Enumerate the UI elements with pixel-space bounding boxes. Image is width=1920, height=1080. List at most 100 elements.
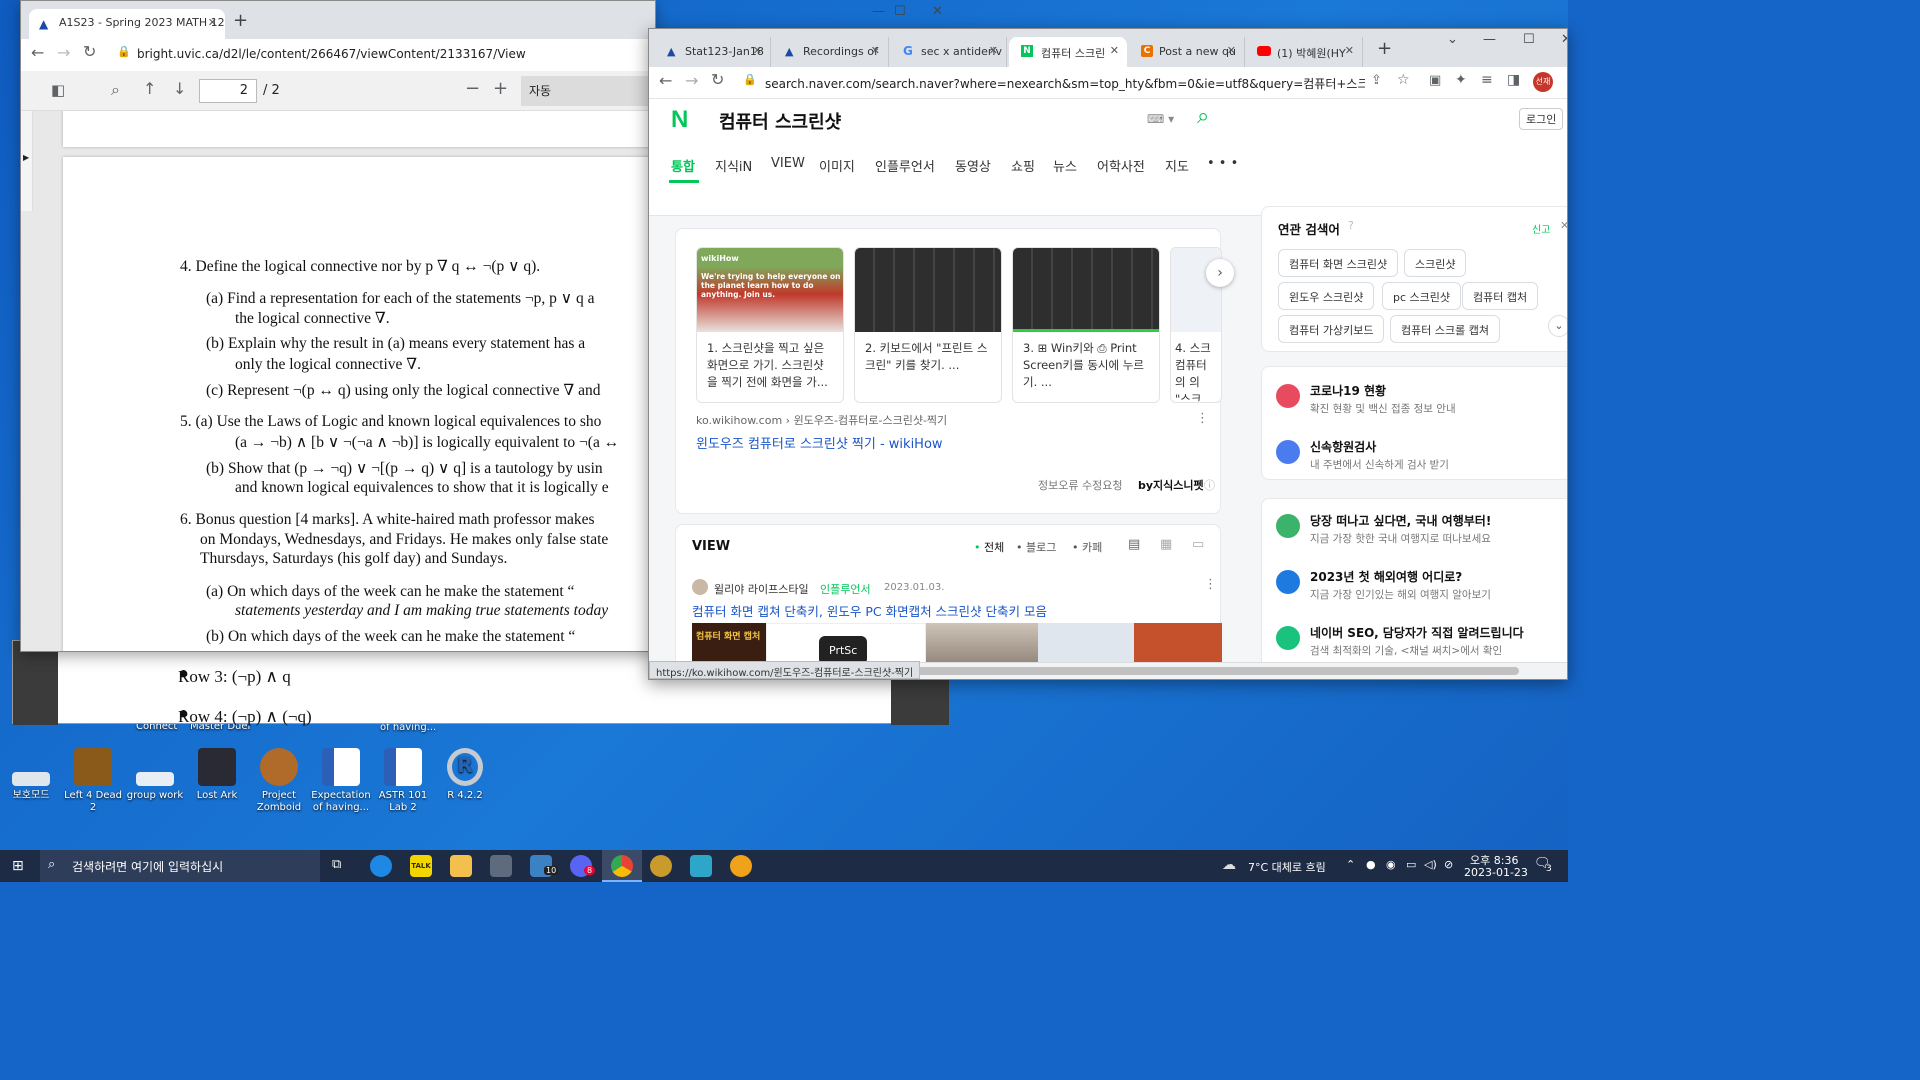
tray-overflow-icon[interactable]: ⌃: [1346, 858, 1355, 871]
close-icon[interactable]: ✕: [208, 16, 217, 29]
desktop-icon-astr-lab[interactable]: ASTR 101 Lab 2: [372, 748, 434, 814]
list-view-icon[interactable]: ▤: [1128, 537, 1140, 552]
nav-tab[interactable]: 이미지: [819, 156, 855, 175]
tab-stat123[interactable]: ▲ Stat123-Jan18 ✕: [653, 37, 771, 67]
task-view-icon[interactable]: ⧉: [332, 857, 341, 872]
minimize-button[interactable]: —: [872, 4, 885, 19]
related-search-chip[interactable]: 스크린샷: [1404, 249, 1467, 277]
bookmark-star-icon[interactable]: ☆: [1397, 72, 1410, 88]
back-button[interactable]: ←: [659, 71, 672, 90]
zoom-in-icon[interactable]: +: [493, 78, 508, 99]
desktop-icon-project-zomboid[interactable]: Project Zomboid: [248, 748, 310, 814]
taskbar-search-box[interactable]: ⌕ 검색하려면 여기에 입력하십시: [40, 850, 320, 882]
chevron-down-icon[interactable]: ⌄: [1548, 315, 1567, 337]
search-icon[interactable]: ⌕: [1197, 104, 1209, 129]
related-search-chip[interactable]: 윈도우 스크린샷: [1278, 282, 1375, 310]
close-icon[interactable]: ✕: [1345, 44, 1354, 57]
related-search-chip[interactable]: 컴퓨터 스크롤 캡쳐: [1390, 315, 1500, 343]
forward-button[interactable]: →: [57, 43, 70, 62]
weather-text[interactable]: 7°C 대체로 흐림: [1248, 859, 1326, 875]
maximize-button[interactable]: ☐: [894, 4, 906, 19]
keyboard-icon[interactable]: ⌨ ▾: [1147, 112, 1174, 126]
video-view-icon[interactable]: ▭: [1192, 537, 1204, 552]
next-page-icon[interactable]: ↓: [173, 79, 186, 98]
tab-a1s23[interactable]: ▲ A1S23 - Spring 2023 MATH 12 ✕: [29, 9, 225, 39]
reload-button[interactable]: ↻: [711, 70, 724, 89]
share-icon[interactable]: ⇪: [1371, 73, 1382, 88]
extension-icon[interactable]: ▣: [1429, 73, 1441, 88]
tray-icon[interactable]: ◉: [1386, 858, 1396, 871]
reload-button[interactable]: ↻: [83, 42, 96, 61]
tab-naver[interactable]: N 컴퓨터 스크린 ✕: [1009, 37, 1127, 67]
desktop-icon-group-work[interactable]: group work: [124, 772, 186, 802]
nav-tab[interactable]: • • •: [1207, 156, 1238, 171]
avatar[interactable]: 선재: [1533, 72, 1553, 92]
report-link[interactable]: 신고: [1532, 221, 1550, 236]
close-button[interactable]: ✕: [932, 4, 943, 19]
taskbar-search-input[interactable]: 검색하려면 여기에 입력하십시: [72, 858, 223, 875]
zoom-out-icon[interactable]: −: [465, 78, 480, 99]
chrome-taskbar-button[interactable]: [602, 850, 642, 882]
reading-list-icon[interactable]: ≡: [1481, 72, 1493, 88]
side-recommendation[interactable]: 코로나19 현황 확진 현황 및 백신 접종 정보 안내: [1276, 382, 1566, 422]
prev-page-icon[interactable]: ↑: [143, 79, 156, 98]
url-text[interactable]: search.naver.com/search.naver?where=nexe…: [765, 75, 1365, 92]
network-icon[interactable]: ▭: [1406, 858, 1416, 871]
view-filter-all[interactable]: • 전체: [974, 539, 1004, 555]
new-tab-button[interactable]: +: [1377, 38, 1392, 59]
tab-google[interactable]: G sec x antideriv ✕: [889, 37, 1007, 67]
close-icon[interactable]: ✕: [871, 44, 880, 57]
new-tab-button[interactable]: +: [233, 10, 248, 31]
side-recommendation[interactable]: 2023년 첫 해외여행 어디로? 지금 가장 인기있는 해외 여행지 알아보기: [1276, 568, 1566, 608]
more-options-icon[interactable]: ⋮: [1204, 577, 1217, 592]
side-recommendation[interactable]: 네이버 SEO, 담당자가 직접 알려드립니다 검색 최적화의 기술, <채널 써…: [1276, 624, 1566, 664]
app-icon[interactable]: [730, 855, 752, 877]
side-recommendation[interactable]: 신속항원검사 내 주변에서 신속하게 검사 받기: [1276, 438, 1566, 478]
clock-date[interactable]: 2023-01-23: [1464, 866, 1528, 879]
naver-logo[interactable]: N: [671, 106, 688, 134]
league-icon[interactable]: [650, 855, 672, 877]
close-button[interactable]: ✕: [1561, 32, 1567, 47]
ime-icon[interactable]: ⊘: [1444, 858, 1453, 871]
page-number-input[interactable]: 2: [199, 79, 257, 103]
post-title-link[interactable]: 컴퓨터 화면 캡쳐 단축키, 윈도우 PC 화면캡처 스크린샷 단축키 모음: [692, 601, 1047, 620]
search-icon[interactable]: ⌕: [111, 80, 120, 100]
nav-tab[interactable]: 뉴스: [1053, 156, 1077, 175]
nav-tab[interactable]: 인플루언서: [875, 156, 935, 175]
tab-chegg[interactable]: C Post a new qu ✕: [1127, 37, 1245, 67]
desktop-icon-word-doc[interactable]: Expectation of having...: [310, 748, 372, 814]
close-icon[interactable]: ✕: [1110, 44, 1119, 57]
help-icon[interactable]: ?: [1348, 219, 1354, 232]
snippet-thumb[interactable]: 3. ⊞ Win키와 ⎙ Print Screen키를 동시에 누르기. ...: [1012, 247, 1160, 403]
sidebar-handle[interactable]: ▶: [21, 111, 33, 211]
related-search-chip[interactable]: pc 스크린샷: [1382, 282, 1462, 310]
info-icon[interactable]: ⓘ: [1204, 477, 1215, 493]
desktop-icon-protect-mode[interactable]: 보호모드: [0, 772, 62, 802]
edge-icon[interactable]: [370, 855, 392, 877]
close-icon[interactable]: ✕: [1560, 219, 1567, 232]
related-search-chip[interactable]: 컴퓨터 가상키보드: [1278, 315, 1385, 343]
desktop-icon-l4d2[interactable]: Left 4 Dead 2: [62, 748, 124, 814]
related-search-chip[interactable]: 컴퓨터 화면 스크린샷: [1278, 249, 1399, 277]
result-title-link[interactable]: 윈도우즈 컴퓨터로 스크린샷 찍기 - wikiHow: [696, 433, 943, 452]
tab-recordings[interactable]: ▲ Recordings of ✕: [771, 37, 889, 67]
puzzle-icon[interactable]: ✦: [1455, 72, 1467, 88]
volume-icon[interactable]: ◁): [1424, 858, 1437, 871]
close-icon[interactable]: ✕: [989, 44, 998, 57]
view-filter-blog[interactable]: • 블로그: [1016, 539, 1056, 555]
nav-tab[interactable]: 동영상: [955, 156, 991, 175]
more-options-icon[interactable]: ⋮: [1196, 411, 1209, 426]
app-icon[interactable]: [690, 855, 712, 877]
maximize-button[interactable]: ☐: [1523, 32, 1535, 47]
file-explorer-icon[interactable]: [450, 855, 472, 877]
nav-tab[interactable]: 지도: [1165, 156, 1189, 175]
sidebar-toggle-icon[interactable]: ◧: [51, 81, 65, 99]
forward-button[interactable]: →: [685, 71, 698, 90]
carousel-next-button[interactable]: ›: [1206, 259, 1234, 287]
info-error-link[interactable]: 정보오류 수정요청: [1038, 477, 1122, 493]
grid-view-icon[interactable]: ▦: [1160, 537, 1172, 552]
snippet-thumb[interactable]: wikiHow We're trying to help everyone on…: [696, 247, 844, 403]
pdf-browser-window[interactable]: ▲ A1S23 - Spring 2023 MATH 12 ✕ + ⌄ ← → …: [20, 0, 656, 652]
minimize-button[interactable]: —: [1483, 32, 1496, 47]
back-button[interactable]: ←: [31, 43, 44, 62]
